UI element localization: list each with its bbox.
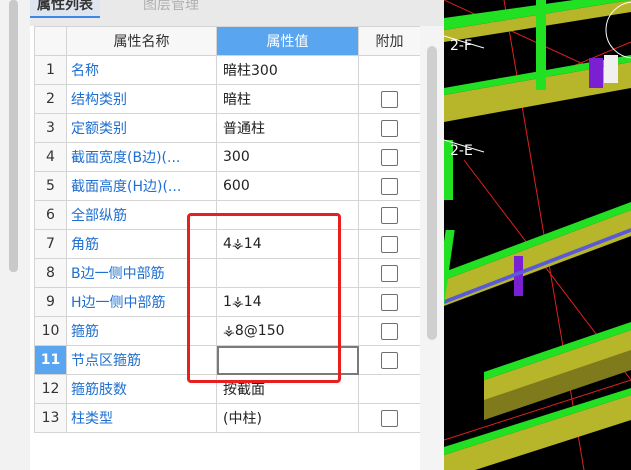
extra-checkbox[interactable] xyxy=(381,148,398,166)
property-value[interactable]: 按截面 xyxy=(216,374,359,404)
row-index: 13 xyxy=(34,403,67,433)
row-index: 5 xyxy=(34,171,67,201)
table-header-row: 属性名称 属性值 附加 xyxy=(34,26,420,56)
property-name[interactable]: 截面宽度(B边)(... xyxy=(66,142,217,172)
extra-cell xyxy=(358,113,420,143)
property-value[interactable]: 1⚶14 xyxy=(216,287,359,317)
property-value[interactable]: 600 xyxy=(216,171,359,201)
header-extra[interactable]: 附加 xyxy=(358,26,420,56)
extra-cell xyxy=(358,345,420,375)
table-row[interactable]: 12 箍筋肢数 按截面 xyxy=(34,374,420,404)
property-value[interactable]: 普通柱 xyxy=(216,113,359,143)
extra-checkbox[interactable] xyxy=(381,90,398,108)
left-scrollbar[interactable] xyxy=(9,0,18,272)
row-index: 1 xyxy=(34,55,67,85)
extra-cell xyxy=(358,229,420,259)
property-value[interactable]: 暗柱 xyxy=(216,84,359,114)
extra-checkbox[interactable] xyxy=(381,235,398,253)
extra-checkbox[interactable] xyxy=(381,293,398,311)
table-row[interactable]: 7 角筋 4⚶14 xyxy=(34,229,420,259)
table-row[interactable]: 9 H边一侧中部筋 1⚶14 xyxy=(34,287,420,317)
row-index: 7 xyxy=(34,229,67,259)
property-value[interactable]: 300 xyxy=(216,142,359,172)
table-row[interactable]: 2 结构类别 暗柱 xyxy=(34,84,420,114)
header-index xyxy=(34,26,67,56)
property-name[interactable]: 结构类别 xyxy=(66,84,217,114)
left-panel-gutter xyxy=(0,0,30,470)
row-index: 3 xyxy=(34,113,67,143)
extra-checkbox[interactable] xyxy=(381,264,398,282)
table-row[interactable]: 11 节点区箍筋 xyxy=(34,345,420,375)
property-name[interactable]: 名称 xyxy=(66,55,217,85)
property-name[interactable]: 箍筋 xyxy=(66,316,217,346)
extra-checkbox[interactable] xyxy=(381,322,398,340)
row-index: 9 xyxy=(34,287,67,317)
extra-checkbox[interactable] xyxy=(381,351,398,369)
extra-cell xyxy=(358,374,420,404)
extra-cell xyxy=(358,200,420,230)
grid-scrollbar[interactable] xyxy=(420,26,444,470)
property-name[interactable]: 节点区箍筋 xyxy=(66,345,217,375)
property-name[interactable]: 柱类型 xyxy=(66,403,217,433)
row-index: 10 xyxy=(34,316,67,346)
property-name[interactable]: B边一侧中部筋 xyxy=(66,258,217,288)
property-value[interactable] xyxy=(216,345,359,375)
column xyxy=(536,0,546,90)
column xyxy=(444,230,455,470)
extra-cell xyxy=(358,171,420,201)
extra-cell xyxy=(358,55,420,85)
cad-drawing: 2-F2-E xyxy=(444,0,631,470)
property-table: 属性名称 属性值 附加 1 名称 暗柱300 2 结构类别 暗柱 3 定额类别 普通柱 4 截面宽度… xyxy=(34,26,420,433)
row-index: 12 xyxy=(34,374,67,404)
cad-viewport[interactable]: 2-F 2-E xyxy=(444,0,631,470)
property-value[interactable]: ⚶8@150 xyxy=(216,316,359,346)
extra-cell xyxy=(358,287,420,317)
table-row[interactable]: 1 名称 暗柱300 xyxy=(34,55,420,85)
table-row[interactable]: 3 定额类别 普通柱 xyxy=(34,113,420,143)
table-row[interactable]: 10 箍筋 ⚶8@150 xyxy=(34,316,420,346)
row-index: 6 xyxy=(34,200,67,230)
row-index: 8 xyxy=(34,258,67,288)
row-index: 11 xyxy=(34,345,67,375)
table-row[interactable]: 5 截面高度(H边)(... 600 xyxy=(34,171,420,201)
table-row[interactable]: 13 柱类型 (中柱) xyxy=(34,403,420,433)
row-index: 2 xyxy=(34,84,67,114)
beam xyxy=(444,395,631,470)
grid-scrollbar-thumb[interactable] xyxy=(427,46,437,340)
header-property-name[interactable]: 属性名称 xyxy=(66,26,217,56)
property-name[interactable]: 定额类别 xyxy=(66,113,217,143)
header-property-value[interactable]: 属性值 xyxy=(216,26,359,56)
extra-checkbox[interactable] xyxy=(381,409,398,427)
property-value[interactable]: 4⚶14 xyxy=(216,229,359,259)
property-name[interactable]: 截面高度(H边)(... xyxy=(66,171,217,201)
extra-cell xyxy=(358,403,420,433)
tab-layers[interactable]: 图层管理 xyxy=(136,0,206,16)
extra-cell xyxy=(358,316,420,346)
property-value[interactable]: (中柱) xyxy=(216,403,359,433)
property-grid: 属性名称 属性值 附加 1 名称 暗柱300 2 结构类别 暗柱 3 定额类别 普通柱 4 截面宽度… xyxy=(34,26,420,470)
axis-label: 2-F xyxy=(450,38,472,54)
extra-cell xyxy=(358,258,420,288)
property-name[interactable]: 角筋 xyxy=(66,229,217,259)
extra-checkbox[interactable] xyxy=(381,119,398,137)
extra-checkbox[interactable] xyxy=(381,206,398,224)
table-row[interactable]: 6 全部纵筋 xyxy=(34,200,420,230)
property-value[interactable]: 暗柱300 xyxy=(216,55,359,85)
tab-properties[interactable]: 属性列表 xyxy=(30,0,100,18)
extra-cell xyxy=(358,84,420,114)
column-marker xyxy=(604,55,618,83)
column-marker xyxy=(589,58,603,88)
row-index: 4 xyxy=(34,142,67,172)
property-name[interactable]: 全部纵筋 xyxy=(66,200,217,230)
property-name[interactable]: H边一侧中部筋 xyxy=(66,287,217,317)
table-row[interactable]: 8 B边一侧中部筋 xyxy=(34,258,420,288)
panel-tabbar: 属性列表 图层管理 xyxy=(30,0,444,26)
property-value[interactable] xyxy=(216,200,359,230)
property-value[interactable] xyxy=(216,258,359,288)
extra-cell xyxy=(358,142,420,172)
property-name[interactable]: 箍筋肢数 xyxy=(66,374,217,404)
table-row[interactable]: 4 截面宽度(B边)(... 300 xyxy=(34,142,420,172)
extra-checkbox[interactable] xyxy=(381,177,398,195)
